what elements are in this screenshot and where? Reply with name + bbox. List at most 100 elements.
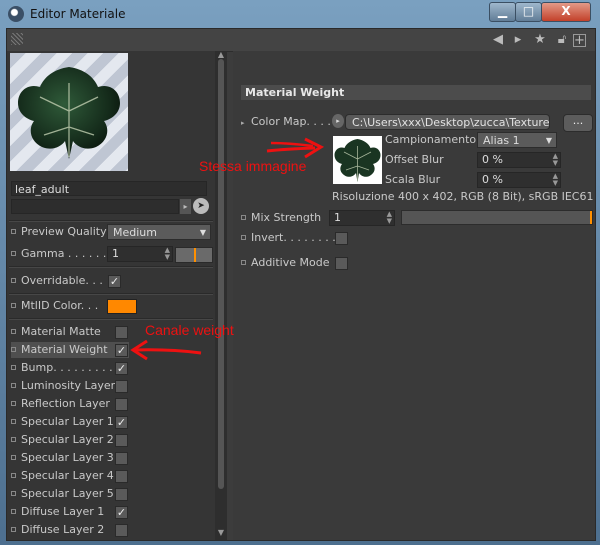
color-map-arrow-button[interactable]: ▸	[332, 114, 344, 128]
preview-quality-dropdown[interactable]: Medium ▼	[107, 224, 211, 240]
gamma-input[interactable]: 1 ▲ ▼	[107, 246, 173, 262]
channel-row[interactable]: Luminosity Layer	[11, 378, 129, 394]
offset-blur-input[interactable]: 0 % ▲ ▼	[477, 152, 561, 168]
anim-dot-icon[interactable]	[11, 365, 16, 370]
channel-row[interactable]: Material Matte	[11, 324, 129, 340]
anim-dot-icon[interactable]	[241, 215, 246, 220]
channel-row[interactable]: Specular Layer 4	[11, 468, 129, 484]
channel-checkbox[interactable]: ✓	[115, 362, 128, 375]
gamma-slider-handle[interactable]	[194, 248, 196, 262]
channel-checkbox[interactable]: ✓	[115, 344, 128, 357]
anim-dot-icon[interactable]	[11, 347, 16, 352]
maximize-button[interactable]: □	[515, 2, 542, 22]
channel-row[interactable]: Specular Layer 2	[11, 432, 129, 448]
spinner-icon[interactable]: ▲ ▼	[387, 211, 392, 225]
scroll-up-icon[interactable]: ▲	[217, 51, 225, 59]
channel-row[interactable]: Specular Layer 3	[11, 450, 129, 466]
texture-thumbnail[interactable]	[333, 136, 382, 184]
mtlid-color-swatch[interactable]	[107, 299, 137, 314]
scroll-thumb[interactable]	[218, 59, 224, 489]
mix-strength-input[interactable]: 1 ▲ ▼	[329, 210, 395, 226]
channel-row[interactable]: Bump. . . . . . . . . ✓	[11, 360, 129, 376]
link-field[interactable]	[11, 199, 179, 214]
annotation-arrow-left-icon	[130, 339, 202, 361]
grip-icon[interactable]	[11, 33, 23, 45]
material-name-field[interactable]: leaf_adult	[11, 181, 207, 196]
channel-checkbox[interactable]	[115, 452, 128, 465]
spinner-icon[interactable]: ▲ ▼	[553, 173, 558, 187]
separator	[9, 266, 213, 268]
channel-checkbox[interactable]	[115, 470, 128, 483]
scale-blur-input[interactable]: 0 % ▲ ▼	[477, 172, 561, 188]
sampling-label: Campionamento	[385, 133, 477, 146]
minimize-button[interactable]: ▁	[489, 2, 516, 22]
anim-dot-icon[interactable]	[11, 303, 16, 308]
channel-label: Specular Layer 3	[21, 451, 114, 464]
anim-dot-icon[interactable]	[241, 235, 246, 240]
separator	[9, 318, 213, 320]
anim-dot-icon[interactable]	[11, 401, 16, 406]
expand-arrow-icon[interactable]: ▸	[241, 119, 245, 127]
lock-icon[interactable]: 🔓︎	[555, 32, 569, 47]
channel-row[interactable]: Diffuse Layer 1 ✓	[11, 504, 129, 520]
gamma-slider[interactable]	[175, 247, 213, 263]
channel-label: Material Weight	[21, 343, 108, 356]
channel-checkbox[interactable]	[115, 434, 128, 447]
channel-checkbox[interactable]: ✓	[115, 416, 128, 429]
gamma-value: 1	[112, 247, 119, 260]
slider-handle[interactable]	[590, 211, 592, 224]
anim-dot-icon[interactable]	[11, 527, 16, 532]
channel-row[interactable]: Material Weight ✓	[11, 342, 129, 358]
picker-icon[interactable]: ➤	[193, 198, 209, 214]
anim-dot-icon[interactable]	[11, 229, 16, 234]
scroll-down-icon[interactable]: ▼	[217, 529, 225, 537]
mtlid-label: MtlID Color. . .	[21, 299, 99, 312]
anim-dot-icon[interactable]	[11, 473, 16, 478]
new-window-icon[interactable]: +	[573, 34, 586, 47]
scale-blur-label: Scala Blur	[385, 173, 441, 186]
channel-row[interactable]: Diffuse Layer 2	[11, 522, 129, 538]
additive-mode-row: Additive Mode	[241, 255, 361, 271]
link-arrow-button[interactable]: ▸	[180, 199, 191, 214]
browse-button[interactable]: ...	[563, 114, 593, 132]
anim-dot-icon[interactable]	[11, 437, 16, 442]
channel-checkbox[interactable]: ✓	[115, 506, 128, 519]
channel-checkbox[interactable]	[115, 326, 128, 339]
anim-dot-icon[interactable]	[11, 455, 16, 460]
forward-arrow-icon[interactable]: ▸	[511, 32, 525, 47]
channel-checkbox[interactable]	[115, 524, 128, 537]
close-button[interactable]: X	[541, 2, 591, 22]
spinner-icon[interactable]: ▲ ▼	[553, 153, 558, 167]
anim-dot-icon[interactable]	[11, 509, 16, 514]
left-scrollbar[interactable]: ▲ ▼	[215, 51, 227, 540]
sampling-dropdown[interactable]: Alias 1 ▼	[477, 132, 557, 148]
channel-row[interactable]: Reflection Layer	[11, 396, 129, 412]
title-bar[interactable]: Editor Materiale ▁ □ X	[0, 0, 600, 28]
spinner-icon[interactable]: ▲ ▼	[165, 247, 170, 261]
channel-row[interactable]: Specular Layer 5	[11, 486, 129, 502]
mtlid-row: MtlID Color. . .	[11, 298, 211, 314]
channel-checkbox[interactable]	[115, 380, 128, 393]
left-panel: leaf_adult ▸ ➤ Preview Quality Medium ▼ …	[7, 51, 215, 540]
color-map-path-field[interactable]: C:\Users\xxx\Desktop\zucca\Texture te	[345, 114, 550, 130]
anim-dot-icon[interactable]	[11, 383, 16, 388]
bookmark-icon[interactable]: ★	[533, 32, 547, 47]
channel-checkbox[interactable]	[115, 398, 128, 411]
anim-dot-icon[interactable]	[11, 491, 16, 496]
anim-dot-icon[interactable]	[11, 419, 16, 424]
color-map-row: ▸ Color Map. . . .	[241, 114, 341, 130]
invert-checkbox[interactable]	[335, 232, 348, 245]
overridable-checkbox[interactable]: ✓	[108, 275, 121, 288]
channel-checkbox[interactable]	[115, 488, 128, 501]
mix-strength-slider[interactable]	[401, 210, 593, 225]
anim-dot-icon[interactable]	[11, 329, 16, 334]
preview-quality-value: Medium	[113, 226, 157, 239]
additive-mode-checkbox[interactable]	[335, 257, 348, 270]
anim-dot-icon[interactable]	[11, 278, 16, 283]
channel-row[interactable]: Specular Layer 1 ✓	[11, 414, 129, 430]
anim-dot-icon[interactable]	[11, 251, 16, 256]
material-preview[interactable]	[10, 53, 128, 171]
toolbar: ◀ ▸ ★ 🔓︎ +	[7, 29, 595, 52]
back-arrow-icon[interactable]: ◀	[491, 32, 505, 47]
anim-dot-icon[interactable]	[241, 260, 246, 265]
